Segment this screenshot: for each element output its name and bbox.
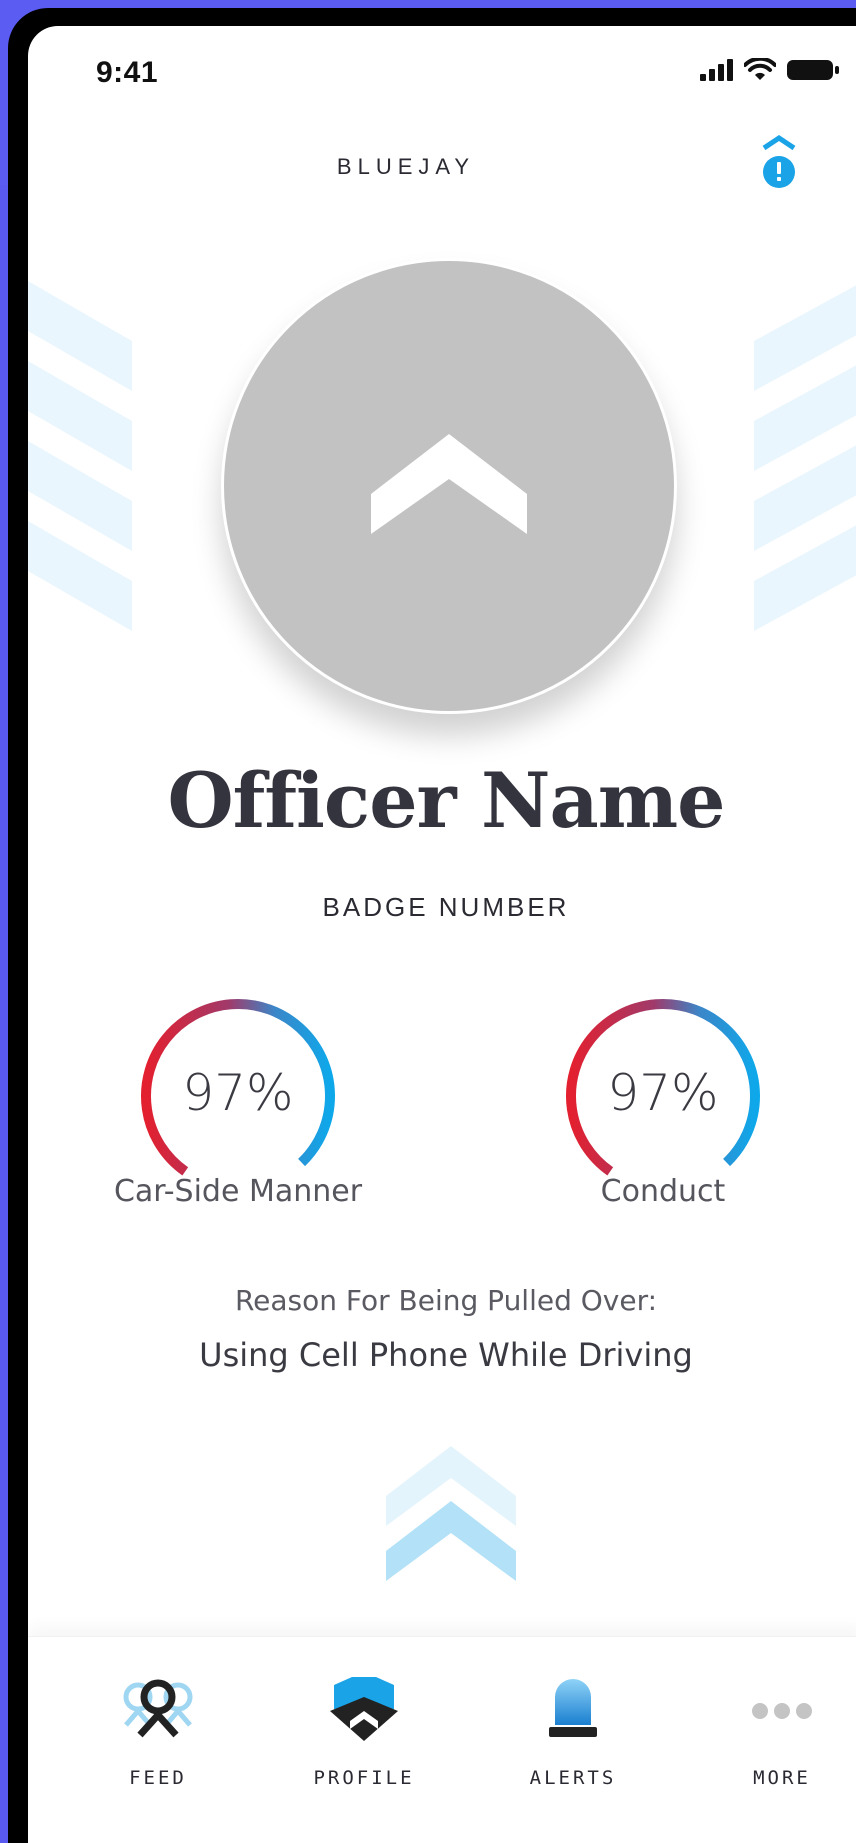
tab-more[interactable]: MORE <box>682 1637 856 1843</box>
gauge-value: 97% <box>607 1064 719 1122</box>
brand-logo-text: BLUEJAY <box>336 154 476 179</box>
tab-alerts[interactable]: ALERTS <box>473 1637 673 1843</box>
bottom-tab-bar: FEED PROFILE ALERTS MORE <box>28 1636 856 1843</box>
profile-shield-icon <box>330 1677 398 1741</box>
device-frame: 9:41 BLUEJAY Officer Name BADGE NUMBER 9… <box>8 8 856 1843</box>
battery-icon <box>787 60 839 80</box>
feed-icon <box>123 1679 193 1738</box>
gauge-value: 97% <box>182 1064 294 1122</box>
tab-profile[interactable]: PROFILE <box>264 1637 464 1843</box>
reason-value: Using Cell Phone While Driving <box>199 1336 693 1374</box>
tab-label: MORE <box>753 1767 811 1789</box>
tab-label: ALERTS <box>529 1767 617 1789</box>
tab-feed[interactable]: FEED <box>58 1637 258 1843</box>
status-bar: 9:41 <box>28 26 856 106</box>
tab-label: FEED <box>129 1767 187 1789</box>
officer-avatar <box>221 258 677 714</box>
app-screen: 9:41 BLUEJAY Officer Name BADGE NUMBER 9… <box>28 26 856 1843</box>
tab-label: PROFILE <box>313 1767 415 1789</box>
decorative-chevrons-left <box>28 281 132 631</box>
decorative-chevrons-right <box>754 285 856 631</box>
swipe-up-chevrons-icon[interactable] <box>386 1446 516 1581</box>
shield-alert-icon[interactable] <box>759 126 799 196</box>
rating-gauge-car-side-manner: 97% <box>128 986 348 1206</box>
rating-gauge-conduct: 97% <box>553 986 773 1206</box>
officer-name: Officer Name <box>167 756 725 845</box>
signal-icon <box>700 59 733 81</box>
chevron-up-icon <box>371 434 527 534</box>
more-dots-icon <box>752 1703 812 1719</box>
wifi-icon <box>744 58 776 80</box>
reason-title: Reason For Being Pulled Over: <box>234 1284 658 1317</box>
status-time: 9:41 <box>96 56 159 89</box>
gauge-label: Car-Side Manner <box>113 1174 363 1209</box>
badge-number: BADGE NUMBER <box>322 892 570 922</box>
siren-icon <box>549 1679 597 1737</box>
status-icons <box>700 58 840 82</box>
gauge-label: Conduct <box>600 1174 726 1209</box>
